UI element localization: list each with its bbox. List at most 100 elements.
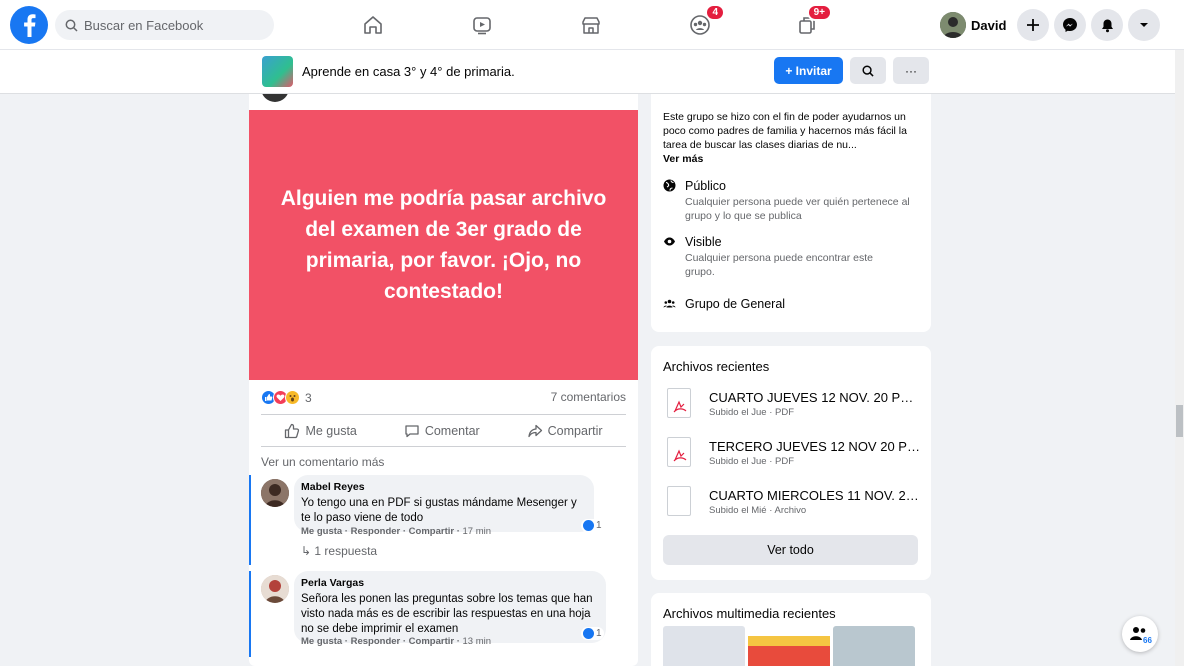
notifications-button[interactable] [1091, 9, 1123, 41]
post-card: Alguien me podría pasar archivo del exam… [249, 94, 638, 666]
messenger-button[interactable] [1054, 9, 1086, 41]
comment-text: Yo tengo una en PDF si gustas mándame Me… [301, 497, 577, 524]
privacy-description: Cualquier persona puede ver quién perten… [685, 196, 910, 222]
media-thumbnail[interactable] [748, 626, 830, 666]
view-more-comments-link[interactable]: Ver un comentario más [261, 455, 384, 469]
top-navbar: Buscar en Facebook 4 9+ David [0, 0, 1184, 50]
file-meta: Subido el Jue · PDF [709, 407, 795, 418]
post-author-avatar[interactable] [261, 94, 289, 102]
store-icon [582, 17, 600, 34]
comment-bubble: Mabel Reyes Yo tengo una en PDF si gusta… [294, 475, 594, 532]
privacy-title: Público [685, 179, 726, 193]
file-name: TERCERO JUEVES 12 NOV 20 PÁ... [709, 439, 921, 454]
divider [261, 414, 626, 415]
profile-name: David [971, 17, 1007, 33]
post-banner: Alguien me podría pasar archivo del exam… [249, 110, 638, 380]
file-item[interactable]: CUARTO JUEVES 12 NOV. 20 PÁG... Subido e… [663, 388, 921, 428]
group-header-bar: Aprende en casa 3° y 4° de primaria. + I… [0, 50, 1175, 94]
file-name: CUARTO MIERCOLES 11 NOV. 20 ... [709, 488, 921, 503]
contacts-count: 66 [1143, 636, 1152, 645]
group-thumbnail[interactable] [262, 56, 293, 87]
like-button[interactable]: Me gusta [284, 423, 357, 439]
privacy-public-row: Público Cualquier persona puede ver quié… [663, 179, 917, 223]
scrollbar-thumb[interactable] [1176, 405, 1183, 437]
group-description: Este grupo se hizo con el fin de poder a… [663, 111, 907, 165]
account-menu-button[interactable] [1128, 9, 1160, 41]
group-more-button[interactable]: ··· [893, 57, 929, 84]
comments-count[interactable]: 7 comentarios [551, 390, 626, 404]
pages-tab[interactable]: 9+ [792, 4, 832, 40]
messenger-icon [1063, 18, 1077, 32]
contacts-fab-button[interactable]: 66 [1122, 616, 1158, 652]
share-icon [528, 424, 542, 438]
document-file-icon [667, 486, 691, 516]
home-icon [364, 16, 382, 34]
visibility-row: Visible Cualquier persona puede encontra… [663, 235, 905, 279]
media-thumbnail[interactable] [833, 626, 915, 666]
chevron-down-icon [1140, 23, 1148, 27]
comment-like-count[interactable]: 1 [581, 519, 604, 532]
commenter-avatar[interactable] [261, 575, 289, 603]
file-name: CUARTO JUEVES 12 NOV. 20 PÁG... [709, 390, 921, 405]
comment-icon [405, 425, 419, 438]
file-meta: Subido el Mié · Archivo [709, 505, 807, 516]
comment-highlight-bar [249, 475, 251, 565]
comment-item: Mabel Reyes Yo tengo una en PDF si gusta… [249, 475, 638, 565]
wow-reaction-icon [285, 390, 300, 405]
view-replies-link[interactable]: ↳ 1 respuesta [301, 544, 377, 558]
group-type: Grupo de General [685, 297, 786, 311]
create-button[interactable] [1017, 9, 1049, 41]
comment-highlight-bar [249, 571, 251, 657]
pdf-file-icon [667, 437, 691, 467]
reaction-summary[interactable]: 3 [261, 390, 312, 405]
bell-icon [1101, 19, 1113, 32]
file-item[interactable]: CUARTO MIERCOLES 11 NOV. 20 ... Subido e… [663, 486, 921, 526]
media-thumbnail[interactable] [663, 626, 745, 666]
group-type-row: Grupo de General [663, 297, 785, 313]
page-scrollbar[interactable] [1175, 50, 1184, 666]
comment-bubble: Perla Vargas Señora les ponen las pregun… [294, 571, 606, 643]
search-input[interactable]: Buscar en Facebook [55, 10, 274, 40]
share-button[interactable]: Compartir [527, 423, 603, 439]
pdf-file-icon [667, 388, 691, 418]
see-more-link[interactable]: Ver más [663, 153, 703, 165]
file-item[interactable]: TERCERO JUEVES 12 NOV 20 PÁ... Subido el… [663, 437, 921, 477]
group-search-button[interactable] [850, 57, 886, 84]
comment-author[interactable]: Mabel Reyes [301, 480, 584, 495]
people-icon [663, 297, 679, 313]
marketplace-tab[interactable] [576, 10, 606, 40]
comment-actions[interactable]: Me gusta · Responder · Compartir · [301, 526, 463, 537]
visibility-title: Visible [685, 235, 722, 249]
recent-files-title: Archivos recientes [663, 359, 770, 374]
comment-like-count[interactable]: 1 [581, 627, 604, 640]
commenter-avatar[interactable] [261, 479, 289, 507]
comment-time: 17 min [462, 526, 492, 537]
groups-badge: 4 [705, 4, 725, 21]
comment-author[interactable]: Perla Vargas [301, 576, 596, 591]
comment-actions[interactable]: Me gusta · Responder · Compartir · [301, 636, 463, 647]
avatar [940, 12, 966, 38]
see-all-files-button[interactable]: Ver todo [663, 535, 918, 565]
like-reaction-icon [583, 520, 594, 531]
search-icon [65, 19, 78, 32]
group-name[interactable]: Aprende en casa 3° y 4° de primaria. [302, 64, 515, 79]
group-about-card: Este grupo se hizo con el fin de poder a… [651, 94, 931, 332]
recent-media-card: Archivos multimedia recientes [651, 593, 931, 666]
invite-button[interactable]: + Invitar [774, 57, 843, 84]
recent-media-title: Archivos multimedia recientes [663, 606, 836, 621]
recent-files-card: Archivos recientes CUARTO JUEVES 12 NOV.… [651, 346, 931, 580]
watch-tab[interactable] [467, 10, 497, 40]
comment-label: Comentar [424, 424, 480, 438]
reaction-count: 3 [305, 390, 312, 405]
facebook-logo-icon[interactable] [10, 6, 48, 44]
share-label: Compartir [547, 424, 603, 438]
home-tab[interactable] [358, 10, 388, 40]
search-placeholder: Buscar en Facebook [84, 17, 204, 33]
eye-icon [663, 235, 679, 279]
groups-tab[interactable]: 4 [685, 4, 725, 40]
comment-item: Perla Vargas Señora les ponen las pregun… [249, 571, 638, 657]
comment-button[interactable]: Comentar [404, 423, 480, 439]
post-actions: Me gusta Comentar Compartir [261, 418, 626, 444]
profile-link[interactable]: David [940, 12, 1006, 38]
visibility-description: Cualquier persona puede encontrar este g… [685, 252, 873, 278]
